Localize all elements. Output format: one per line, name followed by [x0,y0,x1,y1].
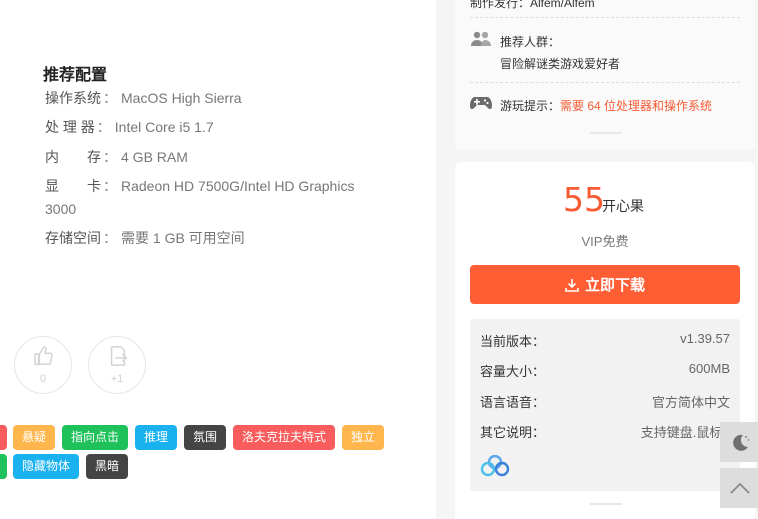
version-label: 当前版本： [480,334,546,349]
details-panel: 当前版本： v1.39.57 容量大小： 600MB 语言语音： 官方简体中文 … [470,319,752,491]
users-icon [471,31,491,46]
vip-free-label: VIP免费 [581,234,629,249]
moon-icon [733,434,750,451]
share-count: +1 [110,373,124,385]
like-button[interactable]: 0 [14,336,72,394]
price-unit: 开心果 [602,198,644,214]
size-value: 600MB [688,361,730,376]
language-value: 官方简体中文 [651,395,730,410]
chevron-up-icon [730,482,750,494]
req-cpu-row: 处 理 器： Intel Core i5 1.7 [45,119,214,135]
req-gpu-value: Radeon HD 7500G/Intel HD Graphics [121,178,355,194]
req-gpu-row: 显 卡： Radeon HD 7500G/Intel HD Graphics [45,178,355,194]
price-amount: 55 [563,180,605,219]
share-icon [110,346,128,366]
version-value: v1.39.57 [680,331,730,346]
tag-deduction[interactable]: 推理 [135,425,178,450]
req-os-label: 操作系统 [45,90,101,106]
info-divider-2 [470,82,740,83]
tag-hidden-object[interactable]: 隐藏物体 [13,454,80,479]
req-ram-label: 内 存 [45,149,101,165]
req-cpu-label: 处 理 器 [45,119,95,135]
download-icon [565,278,579,292]
gamepad-icon [470,97,492,110]
card-handle [590,132,622,134]
other-label: 其它说明： [480,425,546,440]
language-label: 语言语音： [480,395,546,410]
back-to-top-button[interactable] [720,468,758,508]
req-cpu-value: Intel Core i5 1.7 [114,119,214,135]
tag-atmospheric[interactable]: 氛围 [184,425,227,450]
tip-value: 需要 64 位处理器和操作系统 [560,99,713,113]
tag-point-and-click[interactable]: 指向点击 [62,425,129,450]
tag-lovecraftian[interactable]: 洛夫克拉夫特式 [233,425,336,450]
size-label: 容量大小： [480,364,546,379]
requirements-title: 推荐配置 [43,67,108,84]
req-gpu-label: 显 卡 [45,178,101,194]
game-info-card [455,0,755,150]
req-storage-value: 需要 1 GB 可用空间 [121,230,245,246]
req-gpu-continuation: 3000 [45,201,77,217]
thumbs-up-icon [34,346,53,365]
req-ram-value: 4 GB RAM [121,149,188,165]
req-os-row: 操作系统： MacOS High Sierra [45,90,242,106]
tag-suspense[interactable]: 悬疑 [13,425,56,450]
req-ram-row: 内 存： 4 GB RAM [45,149,188,165]
req-storage-row: 存储空间：需要 1 GB 可用空间 [45,230,245,246]
tag-indie[interactable]: 独立 [342,425,385,450]
game-detail-pane: 推荐配置 操作系统： MacOS High Sierra 处 理 器： Intel … [0,0,436,519]
tag-dark[interactable]: 黑暗 [86,454,129,479]
theme-toggle-button[interactable] [720,422,758,462]
publisher-text: 制作发行：Alfem/Alfem [470,0,595,10]
tag-partial[interactable] [0,425,7,450]
info-divider [470,17,740,18]
download-button[interactable]: 立即下载 [470,265,740,304]
audience-label: 推荐人群： [500,35,561,49]
tip-row: 游玩提示：需要 64 位处理器和操作系统 [500,97,712,114]
req-storage-label: 存储空间 [45,230,101,246]
like-count: 0 [39,373,47,385]
audience-value: 冒险解谜类游戏爱好者 [500,57,621,71]
req-os-value: MacOS High Sierra [121,90,242,106]
share-button[interactable]: +1 [88,336,146,394]
platform-logo-icon [480,455,510,477]
tip-label: 游玩提示： [500,99,561,113]
tag-partial-2[interactable] [0,454,7,479]
download-label: 立即下载 [584,277,645,294]
card-handle-2 [590,503,622,505]
